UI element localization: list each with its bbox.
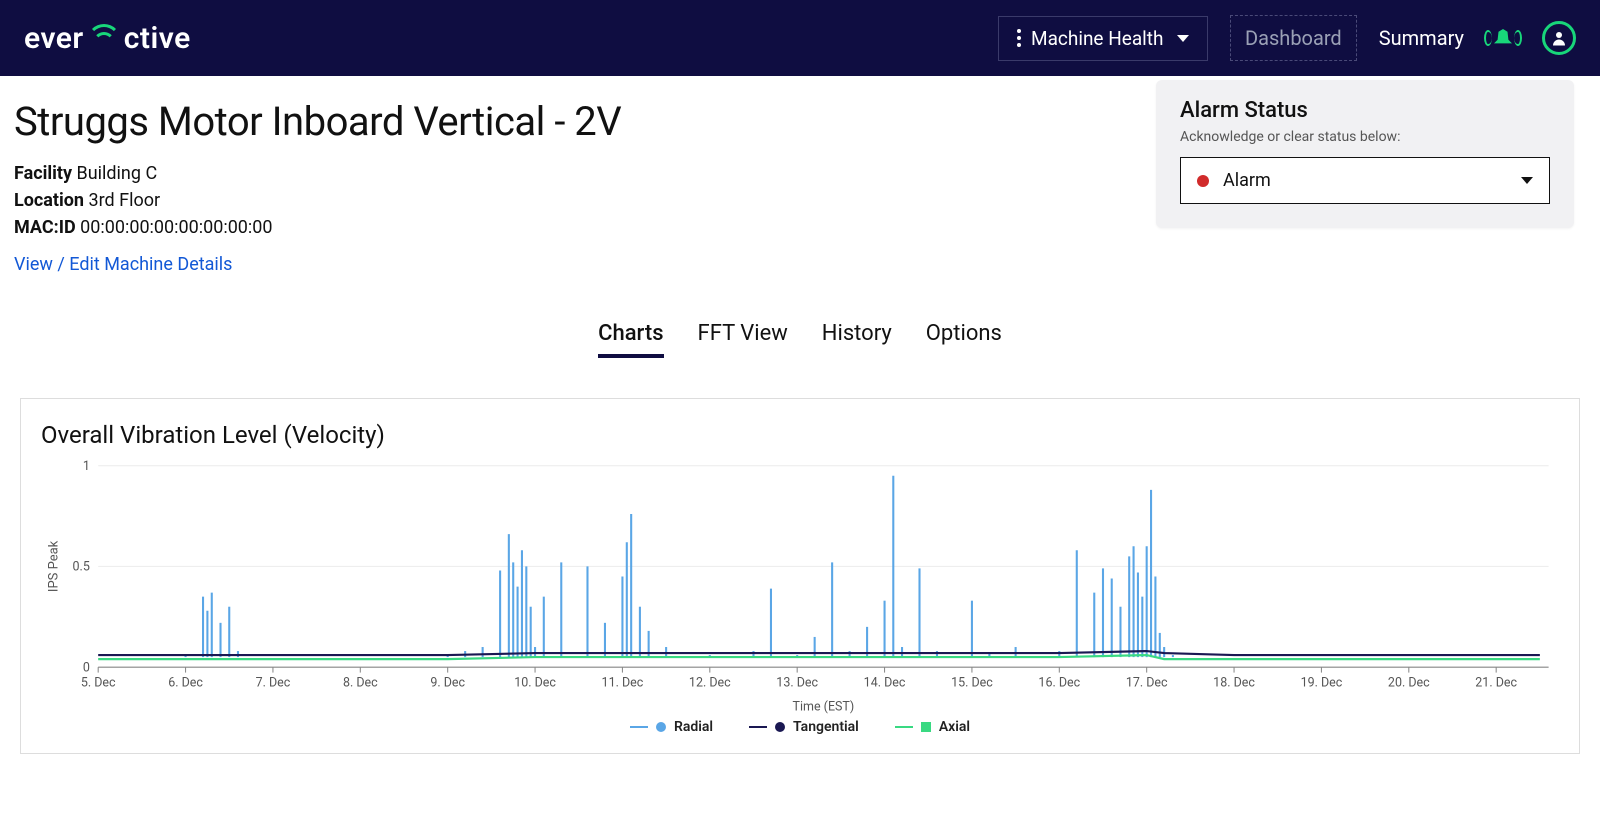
drag-handle-icon [1017, 29, 1021, 47]
alarm-status-panel: Alarm Status Acknowledge or clear status… [1156, 80, 1574, 228]
svg-text:13. Dec: 13. Dec [776, 675, 818, 690]
alarm-status-title: Alarm Status [1180, 98, 1550, 123]
svg-text:10. Dec: 10. Dec [514, 675, 556, 690]
tab-options[interactable]: Options [926, 321, 1002, 358]
bell-ring-right-icon [1514, 30, 1522, 46]
chart-legend: Radial Tangential Axial [41, 719, 1559, 735]
chart-card: Overall Vibration Level (Velocity) 0 0.5 1… [20, 398, 1580, 754]
product-selector-label: Machine Health [1031, 27, 1164, 50]
chart-plot-area[interactable]: 00.515. Dec6. Dec7. Dec8. Dec9. Dec10. D… [41, 457, 1559, 717]
top-nav: ever ctive Machine Health Dashboard Summa… [0, 0, 1600, 76]
svg-text:21. Dec: 21. Dec [1475, 675, 1517, 690]
svg-text:8. Dec: 8. Dec [343, 675, 378, 690]
meta-facility-value: Building C [77, 163, 158, 184]
svg-text:15. Dec: 15. Dec [951, 675, 993, 690]
legend-axial-label: Axial [939, 719, 970, 735]
svg-text:9. Dec: 9. Dec [430, 675, 465, 690]
legend-radial[interactable]: Radial [630, 719, 713, 735]
legend-axial[interactable]: Axial [895, 719, 970, 735]
brand-arc-icon [90, 24, 118, 52]
chevron-down-icon [1177, 35, 1189, 42]
meta-macid-value: 00:00:00:00:00:00:00:00 [80, 217, 272, 238]
svg-text:7. Dec: 7. Dec [256, 675, 291, 690]
svg-text:5. Dec: 5. Dec [81, 675, 116, 690]
tab-fft-view[interactable]: FFT View [698, 321, 788, 358]
user-icon [1550, 29, 1568, 47]
meta-location-value: 3rd Floor [88, 190, 160, 211]
svg-text:18. Dec: 18. Dec [1213, 675, 1255, 690]
meta-location-label: Location [14, 190, 84, 211]
svg-text:16. Dec: 16. Dec [1038, 675, 1080, 690]
legend-marker-icon [749, 726, 767, 728]
svg-text:20. Dec: 20. Dec [1388, 675, 1430, 690]
svg-text:6. Dec: 6. Dec [168, 675, 203, 690]
edit-machine-link[interactable]: View / Edit Machine Details [14, 254, 232, 275]
svg-text:1: 1 [83, 459, 90, 474]
tab-charts[interactable]: Charts [598, 321, 663, 358]
alarm-status-value: Alarm [1223, 170, 1271, 191]
notifications-button[interactable] [1486, 21, 1520, 55]
bell-icon [1494, 29, 1512, 47]
meta-facility-label: Facility [14, 163, 72, 184]
brand-name-part1: ever [24, 21, 84, 56]
svg-text:Time (EST): Time (EST) [793, 699, 855, 714]
svg-text:0: 0 [83, 660, 90, 675]
status-dot-icon [1197, 175, 1209, 187]
legend-square-icon [921, 722, 931, 732]
nav-summary[interactable]: Summary [1379, 26, 1464, 50]
legend-dot-icon [656, 722, 666, 732]
legend-marker-icon [630, 726, 648, 728]
chevron-down-icon [1521, 177, 1533, 184]
bell-ring-left-icon [1484, 30, 1492, 46]
main-content: Struggs Motor Inboard Vertical - 2V Faci… [0, 76, 1600, 754]
svg-text:17. Dec: 17. Dec [1126, 675, 1168, 690]
svg-text:0.5: 0.5 [73, 560, 90, 575]
tab-history[interactable]: History [822, 321, 892, 358]
legend-radial-label: Radial [674, 719, 713, 735]
nav-dashboard[interactable]: Dashboard [1230, 15, 1357, 61]
legend-tangential[interactable]: Tangential [749, 719, 859, 735]
header-right: Machine Health Dashboard Summary [998, 15, 1576, 61]
svg-text:11. Dec: 11. Dec [602, 675, 644, 690]
legend-dot-icon [775, 722, 785, 732]
brand-logo: ever ctive [24, 21, 191, 56]
alarm-status-subtitle: Acknowledge or clear status below: [1180, 129, 1550, 145]
vibration-chart: 00.515. Dec6. Dec7. Dec8. Dec9. Dec10. D… [41, 457, 1559, 717]
user-menu[interactable] [1542, 21, 1576, 55]
legend-marker-icon [895, 726, 913, 728]
svg-text:19. Dec: 19. Dec [1301, 675, 1343, 690]
svg-text:12. Dec: 12. Dec [689, 675, 731, 690]
meta-macid-label: MAC:ID [14, 217, 76, 238]
svg-text:IPS Peak: IPS Peak [47, 540, 62, 592]
legend-tangential-label: Tangential [793, 719, 859, 735]
tab-bar: Charts FFT View History Options [14, 321, 1586, 358]
chart-title: Overall Vibration Level (Velocity) [41, 421, 1559, 449]
brand-name-part2: ctive [124, 21, 191, 56]
product-selector[interactable]: Machine Health [998, 16, 1208, 61]
alarm-status-select[interactable]: Alarm [1180, 157, 1550, 204]
svg-text:14. Dec: 14. Dec [864, 675, 906, 690]
